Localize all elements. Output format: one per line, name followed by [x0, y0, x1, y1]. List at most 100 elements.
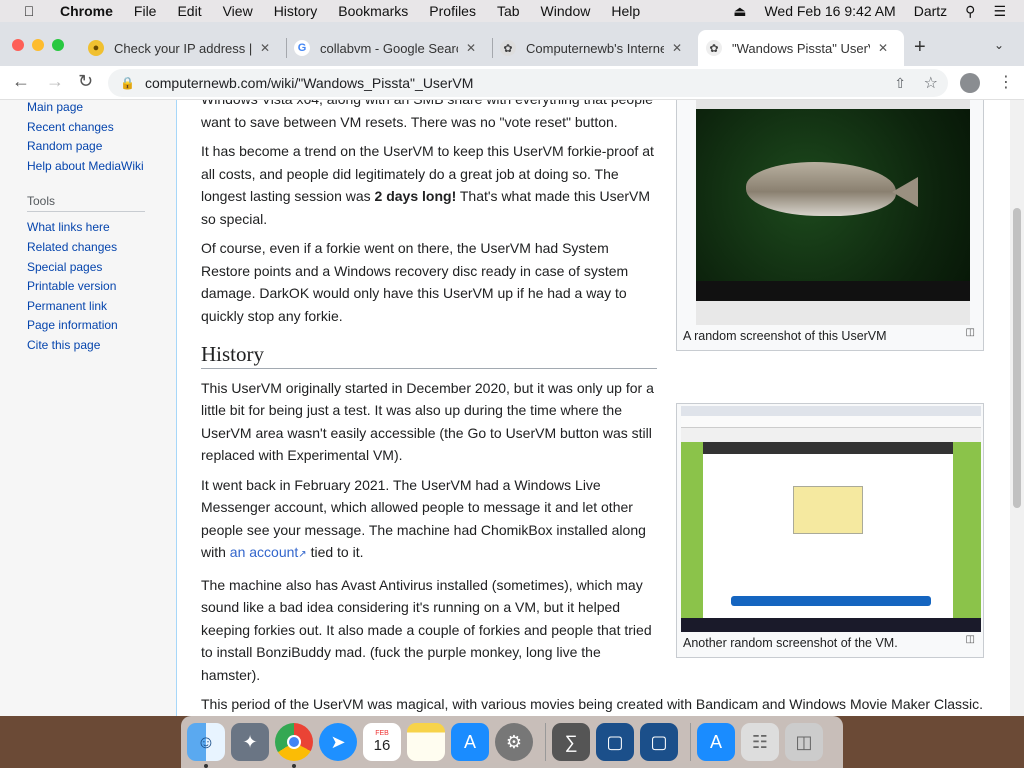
- tab-title: collabvm - Google Search: [320, 40, 458, 56]
- system-preferences-icon[interactable]: ⚙: [495, 723, 533, 761]
- profile-avatar[interactable]: [960, 73, 980, 93]
- tab-title: Computernewb's Internet: [526, 40, 664, 56]
- menu-app[interactable]: Chrome: [60, 3, 113, 19]
- article-content: Windows Vista x64, along with an SMB sha…: [176, 100, 1024, 716]
- menu-user[interactable]: Dartz: [914, 3, 947, 19]
- close-icon[interactable]: ✕: [260, 41, 276, 55]
- control-center-icon[interactable]: ☰: [993, 3, 1006, 20]
- account-link[interactable]: an account: [230, 544, 299, 560]
- share-icon[interactable]: ⇧: [894, 75, 906, 92]
- page-scrollbar[interactable]: [1010, 100, 1024, 716]
- tab-wandows-pissta[interactable]: ✿ "Wandows Pissta" UserVM ✕: [698, 30, 904, 66]
- tab-computernewb-wiki[interactable]: ✿ Computernewb's Internet ✕: [492, 30, 698, 66]
- enlarge-icon[interactable]: ◫: [966, 327, 975, 338]
- apple-icon[interactable]: : [18, 3, 40, 19]
- article-body: Windows Vista x64, along with an SMB sha…: [201, 100, 657, 693]
- sidebar-link-related-changes[interactable]: Related changes: [27, 238, 176, 258]
- vm-browser-toolbar: [681, 416, 981, 428]
- thumbnail-1: A random screenshot of this UserVM ◫: [676, 100, 984, 351]
- text: tied to it.: [306, 544, 364, 560]
- window-controls: [12, 39, 64, 51]
- media-controls: [696, 281, 970, 301]
- sidebar-link-random-page[interactable]: Random page: [27, 137, 176, 157]
- forward-icon[interactable]: →: [46, 71, 64, 92]
- sidebar-link-printable-version[interactable]: Printable version: [27, 277, 176, 297]
- wiki-sidebar: Main page Recent changes Random page Hel…: [0, 100, 176, 716]
- thumb-caption: Another random screenshot of the VM.: [683, 636, 898, 650]
- close-window-button[interactable]: [12, 39, 24, 51]
- sidebar-link-recent-changes[interactable]: Recent changes: [27, 118, 176, 138]
- calendar-icon[interactable]: FEB 16: [363, 723, 401, 761]
- tab-google-search[interactable]: G collabvm - Google Search ✕: [286, 30, 492, 66]
- menu-profiles[interactable]: Profiles: [429, 3, 476, 19]
- paragraph: This period of the UserVM was magical, w…: [201, 696, 983, 712]
- close-icon[interactable]: ✕: [466, 41, 482, 55]
- dock-separator: [690, 723, 691, 761]
- vm-taskbar: [681, 618, 981, 632]
- paragraph: This UserVM originally started in Decemb…: [201, 379, 654, 464]
- tab-title: "Wandows Pissta" UserVM: [732, 40, 870, 56]
- finder-icon[interactable]: ☺: [187, 723, 225, 768]
- menu-edit[interactable]: Edit: [177, 3, 201, 19]
- paragraph: It went back in February 2021. The UserV…: [201, 474, 657, 567]
- hamster-icon: ●: [88, 40, 104, 56]
- menu-window[interactable]: Window: [541, 3, 591, 19]
- menu-help[interactable]: Help: [611, 3, 640, 19]
- menu-file[interactable]: File: [134, 3, 157, 19]
- back-icon[interactable]: ←: [12, 71, 30, 92]
- minimize-window-button[interactable]: [32, 39, 44, 51]
- address-bar[interactable]: 🔒 computernewb.com/wiki/"Wandows_Pissta"…: [108, 69, 948, 97]
- section-heading-history: History: [201, 343, 657, 369]
- menu-history[interactable]: History: [274, 3, 318, 19]
- bookmark-star-icon[interactable]: ☆: [924, 73, 938, 93]
- notes-icon[interactable]: [407, 723, 445, 761]
- tab-ip-address[interactable]: ● Check your IP address | I ✕: [80, 30, 286, 66]
- tab-strip: ● Check your IP address | I ✕ G collabvm…: [0, 22, 1024, 66]
- enlarge-icon[interactable]: ◫: [966, 634, 975, 645]
- screenshot-image-chomikbox[interactable]: [681, 406, 981, 632]
- bold-text: 2 days long!: [374, 188, 457, 204]
- sidebar-link-special-pages[interactable]: Special pages: [27, 258, 176, 278]
- reload-icon[interactable]: ↻: [78, 71, 93, 92]
- virtualbox-icon[interactable]: ▢: [640, 723, 678, 761]
- sidebar-link-main-page[interactable]: Main page: [27, 100, 176, 118]
- launchpad-icon[interactable]: ✦: [231, 723, 269, 761]
- calculator-icon[interactable]: ∑: [552, 723, 590, 761]
- sidebar-link-help[interactable]: Help about MediaWiki: [27, 157, 176, 177]
- browser-window: ● Check your IP address | I ✕ G collabvm…: [0, 22, 1024, 716]
- screenshot-image-carp[interactable]: [696, 100, 970, 325]
- sidebar-link-cite-this-page[interactable]: Cite this page: [27, 336, 176, 356]
- tab-search-icon[interactable]: ⌄: [994, 38, 1004, 52]
- menu-bar:  Chrome File Edit View History Bookmark…: [0, 0, 1024, 22]
- close-icon[interactable]: ✕: [672, 41, 688, 55]
- safari-icon[interactable]: ➤: [319, 723, 357, 761]
- app-store-icon[interactable]: A: [697, 723, 735, 761]
- spotlight-icon[interactable]: ⚲: [965, 3, 975, 20]
- scrollbar-thumb[interactable]: [1013, 208, 1021, 508]
- eject-icon[interactable]: ⏏: [733, 3, 746, 20]
- virtualbox-icon[interactable]: ▢: [596, 723, 634, 761]
- sidebar-link-permanent-link[interactable]: Permanent link: [27, 297, 176, 317]
- menu-clock[interactable]: Wed Feb 16 9:42 AM: [764, 3, 895, 19]
- page-header: [703, 442, 953, 454]
- menu-view[interactable]: View: [223, 3, 253, 19]
- url-text[interactable]: computernewb.com/wiki/"Wandows_Pissta"_U…: [145, 75, 473, 91]
- trash-icon[interactable]: ◫: [785, 723, 823, 761]
- close-icon[interactable]: ✕: [878, 41, 894, 55]
- app-store-icon[interactable]: A: [451, 723, 489, 761]
- lock-icon[interactable]: 🔒: [120, 76, 135, 90]
- browser-toolbar: ← → ↻ 🔒 computernewb.com/wiki/"Wandows_P…: [0, 66, 1024, 100]
- documents-folder-icon[interactable]: ☷: [741, 723, 779, 761]
- menu-tab[interactable]: Tab: [497, 3, 520, 19]
- calendar-day: 16: [373, 737, 391, 754]
- chrome-icon[interactable]: [275, 723, 313, 768]
- sidebar-link-page-information[interactable]: Page information: [27, 316, 176, 336]
- thumb-caption: A random screenshot of this UserVM: [683, 329, 887, 343]
- menu-kebab-icon[interactable]: ⋮: [998, 72, 1014, 92]
- new-tab-button[interactable]: +: [914, 36, 926, 59]
- menu-bookmarks[interactable]: Bookmarks: [338, 3, 408, 19]
- sidebar-link-what-links-here[interactable]: What links here: [27, 218, 176, 238]
- zoom-window-button[interactable]: [52, 39, 64, 51]
- paragraph: Of course, even if a forkie went on ther…: [201, 240, 629, 324]
- running-indicator: [292, 764, 296, 768]
